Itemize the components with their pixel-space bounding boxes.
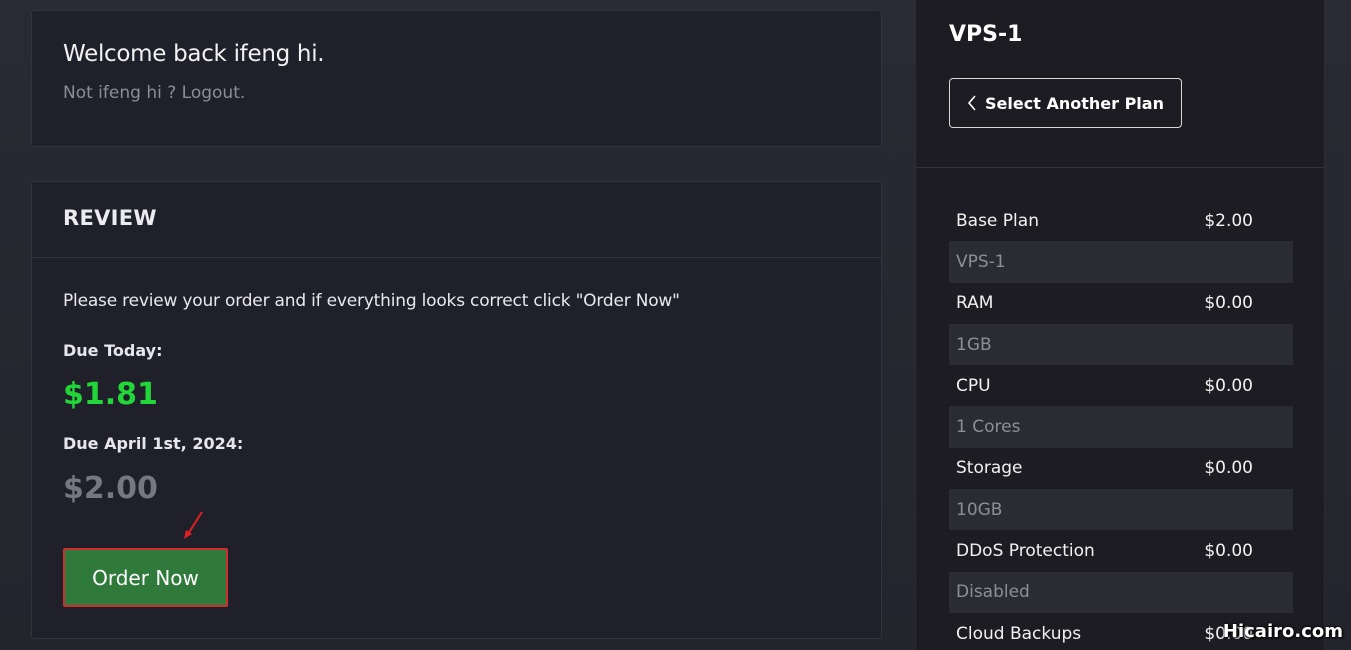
sidebar-header: VPS-1 Select Another Plan (916, 0, 1324, 168)
welcome-card: Welcome back ifeng hi. Not ifeng hi ? Lo… (31, 10, 882, 147)
review-header: REVIEW (32, 182, 881, 258)
select-another-plan-button[interactable]: Select Another Plan (949, 78, 1182, 128)
summary-item-name: Storage (956, 458, 1023, 479)
red-arrow-icon (184, 511, 203, 539)
select-another-plan-label: Select Another Plan (985, 93, 1164, 113)
page: Welcome back ifeng hi. Not ifeng hi ? Lo… (0, 0, 1351, 650)
summary-row-ddos-value: Disabled (949, 571, 1293, 613)
summary-row-storage-value: 10GB (949, 489, 1293, 531)
review-title: REVIEW (63, 206, 157, 230)
summary-row-ddos: DDoS Protection $0.00 (949, 530, 1293, 571)
summary-row-ram-value: 1GB (949, 323, 1293, 366)
summary-item-value: 1 Cores (956, 417, 1021, 438)
summary-item-price: $2.00 (1204, 210, 1253, 231)
summary-item-name: RAM (956, 293, 994, 314)
summary-item-name: Base Plan (956, 210, 1039, 231)
logout-link[interactable]: Logout. (182, 83, 246, 103)
summary-item-price: $0.00 (1204, 541, 1253, 562)
summary-list: Base Plan $2.00 VPS-1 RAM $0.00 1GB CPU … (949, 200, 1293, 650)
summary-item-value: 1GB (956, 334, 992, 355)
review-card: REVIEW Please review your order and if e… (31, 181, 882, 639)
chevron-left-icon (967, 95, 976, 111)
summary-item-price: $0.00 (1204, 458, 1253, 479)
summary-item-value: VPS-1 (956, 251, 1006, 272)
review-body: Please review your order and if everythi… (32, 258, 881, 506)
plan-name: VPS-1 (949, 22, 1023, 47)
summary-row-storage: Storage $0.00 (949, 448, 1293, 489)
summary-item-price: $0.00 (1204, 293, 1253, 314)
summary-row-cpu: CPU $0.00 (949, 365, 1293, 406)
welcome-title: Welcome back ifeng hi. (63, 41, 325, 67)
due-today-amount: $1.81 (63, 377, 158, 412)
summary-item-name: CPU (956, 375, 991, 396)
due-later-label: Due April 1st, 2024: (63, 434, 244, 453)
summary-item-name: Cloud Backups (956, 623, 1082, 644)
welcome-subtitle: Not ifeng hi ? Logout. (63, 83, 850, 103)
review-description: Please review your order and if everythi… (63, 291, 680, 311)
summary-row-ram: RAM $0.00 (949, 283, 1293, 324)
summary-row-base-plan-value: VPS-1 (949, 241, 1293, 283)
summary-row-base-plan: Base Plan $2.00 (949, 200, 1293, 241)
summary-item-value: Disabled (956, 582, 1030, 603)
summary-row-cpu-value: 1 Cores (949, 406, 1293, 448)
summary-item-price: $0.00 (1204, 375, 1253, 396)
summary-item-value: 10GB (956, 499, 1003, 520)
due-later-amount: $2.00 (63, 471, 158, 506)
due-today-label: Due Today: (63, 341, 163, 360)
order-summary-sidebar: VPS-1 Select Another Plan Base Plan $2.0… (915, 0, 1325, 650)
order-now-button[interactable]: Order Now (63, 548, 228, 607)
watermark: Hicairo.com (1222, 621, 1343, 642)
not-user-text: Not ifeng hi ? (63, 83, 177, 103)
summary-item-name: DDoS Protection (956, 541, 1095, 562)
